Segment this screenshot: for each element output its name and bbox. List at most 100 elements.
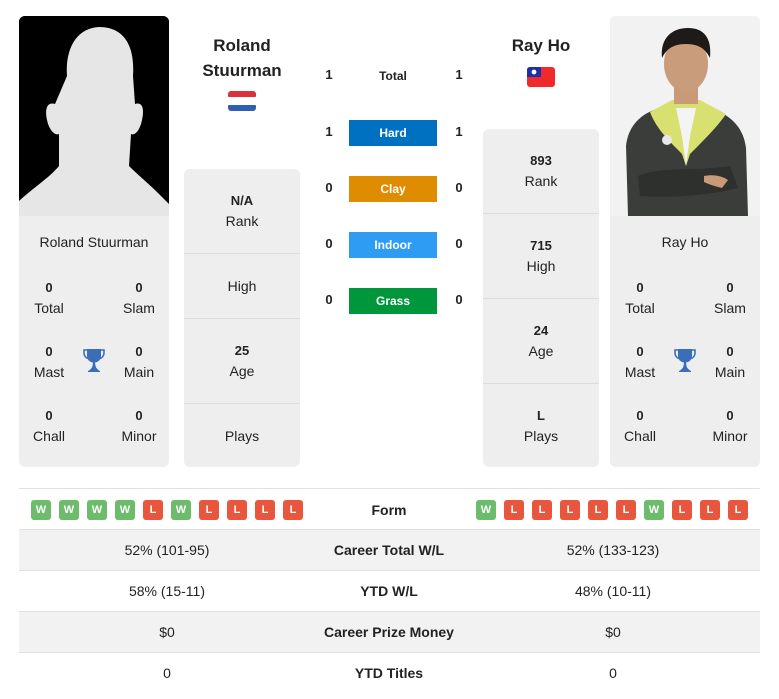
right-count: 0 — [455, 236, 463, 251]
label: Total — [625, 300, 655, 316]
right-titles-card: Ray Ho 0 Total 0 Slam 0 Mast 0 Main 0 Ch… — [610, 216, 760, 467]
left-value: 58% (15-11) — [128, 583, 205, 599]
h2h-hard-row: 1 Hard 1 — [310, 120, 475, 146]
form-win-badge[interactable]: W — [644, 500, 664, 520]
form-loss-badge[interactable]: L — [255, 500, 275, 520]
stat-label: YTD Titles — [354, 665, 424, 681]
form-loss-badge[interactable]: L — [700, 500, 720, 520]
silhouette-icon — [19, 16, 169, 216]
label: Slam — [714, 300, 746, 316]
surface-badge-grass[interactable]: Grass — [349, 288, 437, 314]
form-loss-badge[interactable]: L — [672, 500, 692, 520]
value: 0 — [45, 344, 53, 359]
left-value: 0 — [163, 665, 171, 681]
right-form-badges: WLLLLLWLLL — [476, 500, 748, 520]
form-loss-badge[interactable]: L — [560, 500, 580, 520]
value: 0 — [135, 344, 143, 359]
right-count: 0 — [455, 180, 463, 195]
left-form-badges: WWWWLWLLLL — [31, 500, 303, 520]
stat-label: Career Prize Money — [324, 624, 454, 640]
left-player-name[interactable]: Roland Stuurman — [184, 33, 300, 83]
right-titles-total: 0 Total — [610, 278, 670, 318]
value: 0 — [726, 280, 734, 295]
form-win-badge[interactable]: W — [115, 500, 135, 520]
value: 0 — [135, 408, 143, 423]
right-titles-chall: 0 Chall — [610, 406, 670, 446]
left-high: High — [184, 254, 300, 319]
form-loss-badge[interactable]: L — [588, 500, 608, 520]
left-titles-main: 0 Main — [109, 342, 169, 382]
right-count: 0 — [455, 292, 463, 307]
label: Chall — [624, 428, 656, 444]
form-loss-badge[interactable]: L — [143, 500, 163, 520]
left-count: 1 — [325, 124, 333, 139]
right-titles-mast: 0 Mast — [610, 342, 670, 382]
form-win-badge[interactable]: W — [59, 500, 79, 520]
label: Rank — [225, 213, 259, 229]
right-player-name-label: Ray Ho — [661, 234, 709, 250]
surface-badge-clay[interactable]: Clay — [349, 176, 437, 202]
value: 715 — [530, 238, 552, 253]
value: 0 — [636, 280, 644, 295]
left-count: 1 — [325, 67, 333, 82]
left-count: 0 — [325, 180, 333, 195]
taiwan-flag-icon — [527, 67, 555, 87]
right-titles-minor: 0 Minor — [700, 406, 760, 446]
right-count: 1 — [455, 67, 463, 82]
left-count: 0 — [325, 292, 333, 307]
name-line-2: Stuurman — [202, 61, 282, 80]
stat-row-career-prize-money: $0 Career Prize Money $0 — [19, 612, 760, 653]
value: 0 — [45, 280, 53, 295]
stat-label: YTD W/L — [360, 583, 418, 599]
left-titles-total: 0 Total — [19, 278, 79, 318]
form-loss-badge[interactable]: L — [199, 500, 219, 520]
stat-row-ytd-wl: 58% (15-11) YTD W/L 48% (10-11) — [19, 571, 760, 612]
form-loss-badge[interactable]: L — [227, 500, 247, 520]
right-player-name[interactable]: Ray Ho — [483, 33, 599, 58]
value: 0 — [135, 280, 143, 295]
value: 0 — [636, 408, 644, 423]
label: High — [227, 278, 257, 294]
right-value: $0 — [605, 624, 621, 640]
right-age: 24 Age — [483, 299, 599, 384]
label: Main — [714, 364, 746, 380]
form-loss-badge[interactable]: L — [504, 500, 524, 520]
left-value: $0 — [159, 624, 175, 640]
label: Total — [34, 300, 64, 316]
trophy-icon — [673, 347, 697, 373]
h2h-grass-row: 0 Grass 0 — [310, 288, 475, 314]
form-win-badge[interactable]: W — [476, 500, 496, 520]
form-loss-badge[interactable]: L — [616, 500, 636, 520]
form-loss-badge[interactable]: L — [532, 500, 552, 520]
label: Slam — [123, 300, 155, 316]
form-loss-badge[interactable]: L — [283, 500, 303, 520]
netherlands-flag-icon — [228, 91, 256, 111]
label: Chall — [33, 428, 65, 444]
h2h-total-row: 1 Total 1 — [310, 63, 475, 89]
left-rank: N/A Rank — [184, 169, 300, 254]
left-titles-chall: 0 Chall — [19, 406, 79, 446]
left-count: 0 — [325, 236, 333, 251]
stat-label: Career Total W/L — [333, 542, 445, 558]
left-titles-minor: 0 Minor — [109, 406, 169, 446]
value: 893 — [530, 153, 552, 168]
surface-badge-indoor[interactable]: Indoor — [349, 232, 437, 258]
value: L — [537, 407, 545, 423]
value: 0 — [726, 408, 734, 423]
right-count: 1 — [455, 124, 463, 139]
label: Minor — [121, 428, 157, 444]
stat-row-ytd-titles: 0 YTD Titles 0 — [19, 653, 760, 694]
form-loss-badge[interactable]: L — [728, 500, 748, 520]
form-win-badge[interactable]: W — [31, 500, 51, 520]
trophy-icon — [82, 347, 106, 373]
surface-badge-hard[interactable]: Hard — [349, 120, 437, 146]
value: 24 — [533, 323, 549, 338]
value: 25 — [234, 343, 250, 358]
left-value: 52% (101-95) — [124, 542, 210, 558]
left-plays: Plays — [184, 404, 300, 467]
form-win-badge[interactable]: W — [87, 500, 107, 520]
value: 0 — [636, 344, 644, 359]
form-win-badge[interactable]: W — [171, 500, 191, 520]
surface-label-total: Total — [379, 69, 407, 83]
stat-row-career-total-wl: 52% (101-95) Career Total W/L 52% (133-1… — [19, 530, 760, 571]
